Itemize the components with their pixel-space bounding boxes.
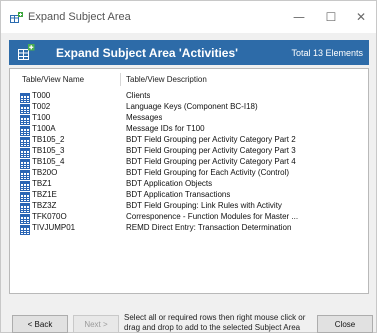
column-divider[interactable] xyxy=(120,73,121,86)
table-icon xyxy=(20,178,30,191)
table-row[interactable]: TB105_2 BDT Field Grouping per Activity C… xyxy=(18,134,358,147)
table-name: T002 xyxy=(32,102,51,111)
table-row[interactable]: TB20O BDT Field Grouping for Each Activit… xyxy=(18,167,358,180)
window-title: Expand Subject Area xyxy=(28,11,131,23)
table-name: TBZ1 xyxy=(32,179,52,188)
subject-area-icon xyxy=(10,11,24,23)
table-description: BDT Application Objects xyxy=(126,179,213,188)
table-description: Messages xyxy=(126,113,163,122)
back-button[interactable]: < Back xyxy=(12,315,68,333)
table-description: BDT Field Grouping per Activity Category… xyxy=(126,135,296,144)
table-row[interactable]: T100 Messages xyxy=(18,112,358,125)
table-description: BDT Field Grouping: Link Rules with Acti… xyxy=(126,201,282,210)
table-name: TB105_3 xyxy=(32,146,65,155)
close-button[interactable]: Close xyxy=(317,315,373,333)
table-name: T100A xyxy=(32,124,56,133)
expand-subject-area-window: Expand Subject Area — ☐ ✕ Expand Subject… xyxy=(0,0,377,333)
title-bar: Expand Subject Area — ☐ ✕ xyxy=(1,1,376,33)
table-row[interactable]: TB105_3 BDT Field Grouping per Activity C… xyxy=(18,145,358,158)
table-description: Language Keys (Component BC-I18) xyxy=(126,102,258,111)
table-name: TB105_2 xyxy=(32,135,65,144)
table-name: T000 xyxy=(32,91,51,100)
table-name: TBZ3Z xyxy=(32,201,57,210)
table-icon xyxy=(20,101,30,114)
table-description: Corresponence - Function Modules for Mas… xyxy=(126,212,299,221)
table-row[interactable]: TB105_4 BDT Field Grouping per Activity C… xyxy=(18,156,358,169)
table-name: TB105_4 xyxy=(32,157,65,166)
table-name: TIVJUMP01 xyxy=(32,223,76,232)
column-header-name[interactable]: Table/View Name xyxy=(22,75,84,84)
header-band: Expand Subject Area 'Activities' Total 1… xyxy=(9,40,369,65)
table-description: BDT Field Grouping per Activity Category… xyxy=(126,157,296,166)
maximize-button[interactable]: ☐ xyxy=(320,7,342,27)
table-icon xyxy=(20,134,30,147)
table-row[interactable]: TIVJUMP01 REMD Direct Entry: Transaction … xyxy=(18,222,358,235)
table-description: Clients xyxy=(126,91,151,100)
table-name: TB20O xyxy=(32,168,58,177)
table-row[interactable]: TBZ3Z BDT Field Grouping: Link Rules with… xyxy=(18,200,358,213)
table-row[interactable]: TBZ1E BDT Application Transactions xyxy=(18,189,358,202)
table-row[interactable]: T002 Language Keys (Component BC-I18) xyxy=(18,101,358,114)
table-row[interactable]: T100A Message IDs for T100 xyxy=(18,123,358,136)
column-header-description[interactable]: Table/View Description xyxy=(126,75,207,84)
table-icon xyxy=(20,156,30,169)
table-description: REMD Direct Entry: Transaction Determina… xyxy=(126,223,292,232)
header-title: Expand Subject Area 'Activities' xyxy=(56,46,238,60)
instruction-hint: Select all or required rows then right m… xyxy=(124,313,306,332)
table-row[interactable]: TBZ1 BDT Application Objects xyxy=(18,178,358,191)
table-icon xyxy=(20,222,30,235)
table-icon xyxy=(20,90,30,103)
table-icon xyxy=(20,112,30,125)
table-description: BDT Field Grouping for Each Activity (Co… xyxy=(126,168,290,177)
table-icon xyxy=(20,189,30,202)
table-icon xyxy=(20,167,30,180)
subject-area-icon xyxy=(18,44,35,61)
next-button[interactable]: Next > xyxy=(73,315,119,333)
table-icon xyxy=(20,200,30,213)
table-row[interactable]: TFK070O Corresponence - Function Modules … xyxy=(18,211,358,224)
table-name: T100 xyxy=(32,113,51,122)
table-description: BDT Field Grouping per Activity Category… xyxy=(126,146,296,155)
close-window-button[interactable]: ✕ xyxy=(350,7,372,27)
table-icon xyxy=(20,145,30,158)
table-name: TFK070O xyxy=(32,212,67,221)
table-name: TBZ1E xyxy=(32,190,57,199)
table-list[interactable]: Table/View Name Table/View Description T… xyxy=(9,68,369,294)
total-elements-count: Total 13 Elements xyxy=(291,48,363,58)
table-row[interactable]: T000 Clients xyxy=(18,90,358,103)
table-icon xyxy=(20,123,30,136)
table-description: BDT Application Transactions xyxy=(126,190,231,199)
table-icon xyxy=(20,211,30,224)
table-description: Message IDs for T100 xyxy=(126,124,205,133)
minimize-button[interactable]: — xyxy=(288,7,310,27)
